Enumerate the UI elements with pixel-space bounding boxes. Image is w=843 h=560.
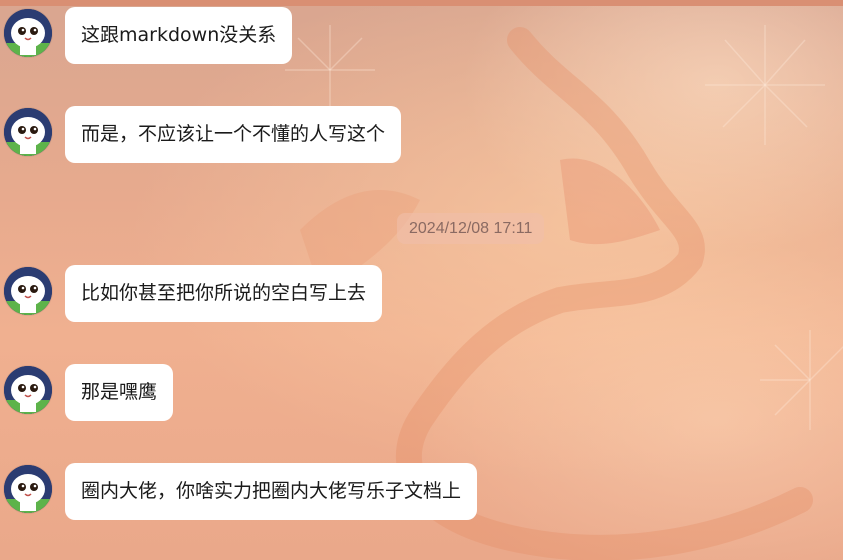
- chat-message: 比如你甚至把你所说的空白写上去: [4, 265, 383, 322]
- message-bubble[interactable]: 圈内大佬，你啥实力把圈内大佬写乐子文档上: [65, 463, 478, 520]
- window-top-strip: [0, 0, 843, 6]
- cat-avatar-icon[interactable]: [4, 366, 52, 414]
- timestamp-label: 2024/12/08 17:11: [397, 213, 545, 244]
- cat-avatar-icon[interactable]: [4, 267, 52, 315]
- chat-message: 而是，不应该让一个不懂的人写这个: [4, 106, 402, 163]
- cat-avatar-icon[interactable]: [4, 108, 52, 156]
- message-bubble[interactable]: 这跟markdown没关系: [65, 7, 293, 64]
- chat-message: 这跟markdown没关系: [4, 7, 293, 64]
- message-bubble[interactable]: 那是嘿鹰: [65, 364, 174, 421]
- chat-message: 那是嘿鹰: [4, 364, 174, 421]
- chat-message: 圈内大佬，你啥实力把圈内大佬写乐子文档上: [4, 463, 478, 520]
- message-bubble[interactable]: 而是，不应该让一个不懂的人写这个: [65, 106, 402, 163]
- message-bubble[interactable]: 比如你甚至把你所说的空白写上去: [65, 265, 383, 322]
- cat-avatar-icon[interactable]: [4, 9, 52, 57]
- cat-avatar-icon[interactable]: [4, 465, 52, 513]
